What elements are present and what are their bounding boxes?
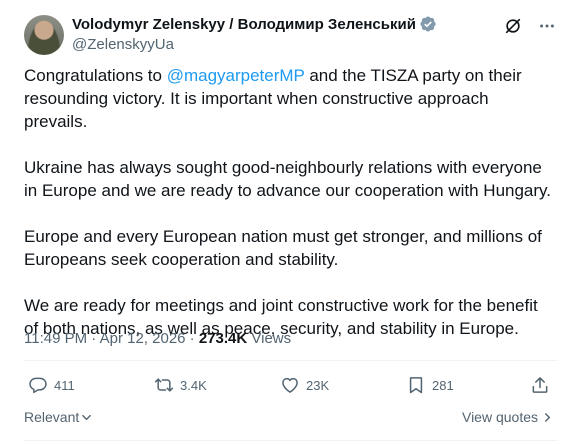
tweet-text-span: Congratulations to xyxy=(24,66,167,85)
divider xyxy=(24,360,557,361)
tweet-detail: Volodymyr Zelenskyy / Володимир Зеленськ… xyxy=(0,0,571,444)
author-display-name[interactable]: Volodymyr Zelenskyy / Володимир Зеленськ… xyxy=(72,16,416,33)
bookmark-button[interactable]: 281 xyxy=(406,375,454,395)
chevron-down-icon xyxy=(82,414,92,420)
grok-icon[interactable] xyxy=(503,16,523,36)
meta-separator: · xyxy=(87,330,100,347)
tweet-text: Congratulations to @magyarpeterMP and th… xyxy=(24,64,554,363)
tweet-timestamp[interactable]: 11:49 PM xyxy=(24,330,87,347)
views-label: Views xyxy=(247,330,292,347)
tweet-actions: 411 3.4K 23K 281 xyxy=(24,375,557,399)
tweet-header: Volodymyr Zelenskyy / Володимир Зеленськ… xyxy=(24,12,557,56)
mention-link[interactable]: @magyarpeterMP xyxy=(167,66,305,85)
reply-icon xyxy=(29,377,47,394)
heart-icon xyxy=(282,377,298,393)
meta-separator: · xyxy=(185,330,199,347)
view-quotes-label: View quotes xyxy=(461,409,538,425)
author-display-name-row[interactable]: Volodymyr Zelenskyy / Володимир Зеленськ… xyxy=(72,15,437,33)
tweet-paragraph-3: Europe and every European nation must ge… xyxy=(24,227,542,269)
repost-count: 3.4K xyxy=(180,377,207,393)
more-options-icon[interactable] xyxy=(537,16,557,36)
tweet-date[interactable]: Apr 12, 2026 xyxy=(100,330,186,347)
header-actions xyxy=(503,16,557,36)
reply-button[interactable]: 411 xyxy=(28,375,75,395)
views-count: 273.4K xyxy=(198,330,248,347)
like-button[interactable]: 23K xyxy=(280,375,329,395)
divider xyxy=(24,440,557,441)
author-names: Volodymyr Zelenskyy / Володимир Зеленськ… xyxy=(72,15,437,53)
view-quotes-link[interactable]: View quotes xyxy=(462,409,553,425)
author-handle[interactable]: @ZelenskyyUa xyxy=(72,36,437,53)
repost-button[interactable]: 3.4K xyxy=(154,375,207,395)
repost-icon xyxy=(154,378,174,392)
reply-count: 411 xyxy=(54,377,75,393)
like-count: 23K xyxy=(306,377,330,393)
share-button[interactable] xyxy=(530,375,550,395)
tweet-paragraph-2: Ukraine has always sought good-neighbour… xyxy=(24,158,552,200)
avatar[interactable] xyxy=(24,15,64,55)
tweet-paragraph-1: Congratulations to @magyarpeterMP and th… xyxy=(24,64,554,133)
chevron-right-icon xyxy=(544,412,551,422)
sort-replies-dropdown[interactable]: Relevant xyxy=(24,409,92,425)
bookmark-icon xyxy=(409,377,423,394)
bookmark-count: 281 xyxy=(432,377,454,393)
tweet-meta: 11:49 PM · Apr 12, 2026 · 273.4K Views xyxy=(24,330,291,347)
verified-badge-icon xyxy=(419,15,437,33)
sort-replies-label: Relevant xyxy=(24,409,80,425)
share-icon xyxy=(532,377,548,393)
